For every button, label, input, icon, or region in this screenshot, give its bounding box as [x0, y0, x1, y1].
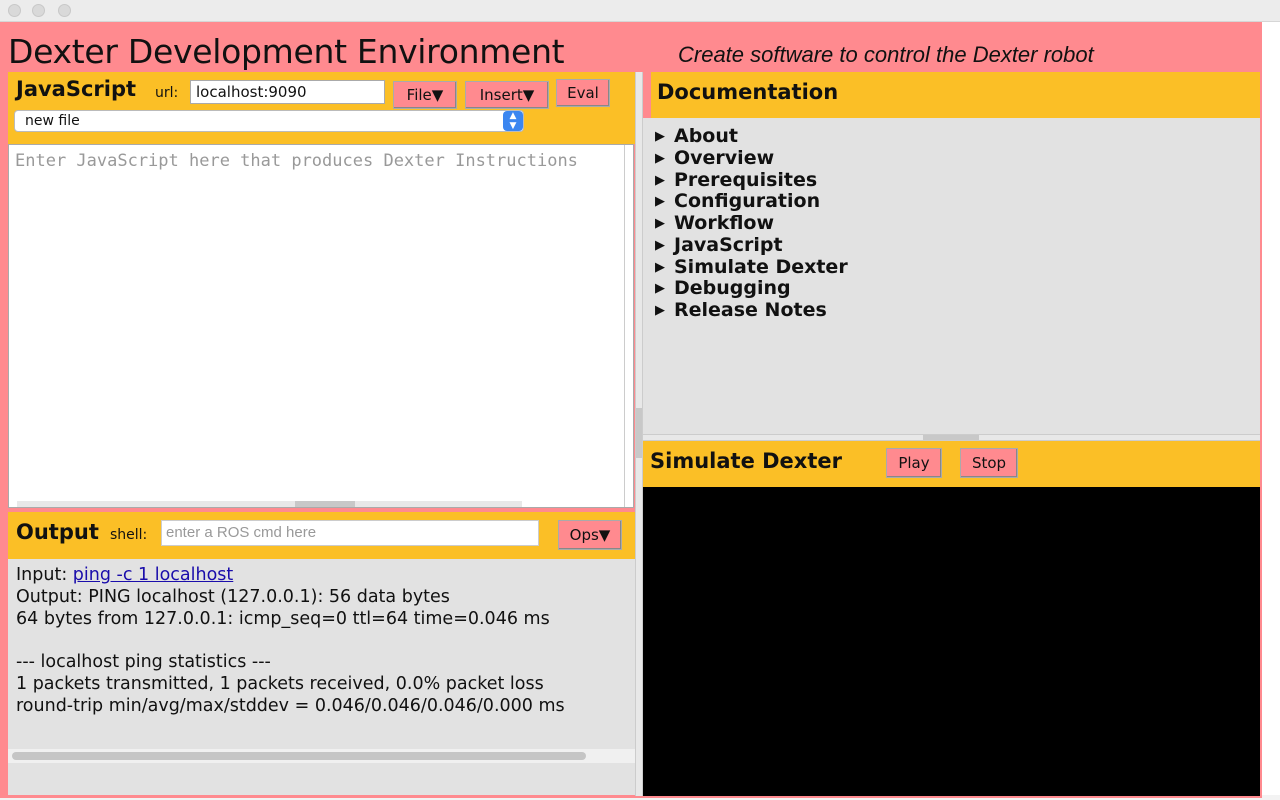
doc-item-debugging[interactable]: ▶ Debugging — [655, 277, 791, 299]
triangle-right-icon: ▶ — [655, 260, 665, 275]
doc-item-label: Overview — [674, 147, 775, 169]
doc-item-workflow[interactable]: ▶ Workflow — [655, 212, 774, 234]
output-line: --- localhost ping statistics --- — [16, 652, 271, 672]
ops-menu-button[interactable]: Ops▼ — [558, 520, 622, 550]
doc-item-label: Prerequisites — [674, 169, 818, 191]
output-line: round-trip min/avg/max/stddev = 0.046/0.… — [16, 696, 565, 716]
input-label: Input: — [16, 565, 68, 585]
vertical-pane-splitter[interactable] — [635, 72, 643, 796]
triangle-right-icon: ▶ — [655, 281, 665, 296]
doc-item-label: About — [674, 125, 738, 147]
editor-placeholder: Enter JavaScript here that produces Dext… — [15, 151, 578, 171]
editor-scroll-thumb[interactable] — [295, 501, 355, 507]
documentation-panel-header: Documentation — [651, 72, 1260, 118]
triangle-right-icon: ▶ — [655, 238, 665, 253]
editor-horizontal-scrollbar[interactable] — [17, 501, 522, 507]
triangle-right-icon: ▶ — [655, 216, 665, 231]
file-menu-button[interactable]: File▼ — [393, 81, 457, 109]
insert-menu-button[interactable]: Insert▼ — [465, 81, 549, 109]
stop-button[interactable]: Stop — [960, 448, 1018, 478]
javascript-panel-header: JavaScript url: localhost:9090 File▼ Ins… — [8, 72, 635, 144]
file-select-value: new file — [25, 113, 80, 129]
output-pane: Input: ping -c 1 localhost Output: PING … — [8, 559, 635, 795]
triangle-right-icon: ▶ — [655, 173, 665, 188]
output-input-line: Input: ping -c 1 localhost — [16, 565, 233, 585]
minimize-window-icon[interactable] — [32, 4, 45, 17]
splitter-grip[interactable] — [636, 408, 642, 458]
doc-item-prerequisites[interactable]: ▶ Prerequisites — [655, 169, 817, 191]
simulate-panel-header: Simulate Dexter Play Stop — [643, 441, 1260, 487]
doc-item-overview[interactable]: ▶ Overview — [655, 147, 774, 169]
documentation-panel-title: Documentation — [657, 80, 839, 104]
output-line: 64 bytes from 127.0.0.1: icmp_seq=0 ttl=… — [16, 609, 550, 629]
output-scroll-thumb[interactable] — [12, 752, 586, 760]
file-select[interactable]: new file ▲ ▼ — [14, 110, 524, 132]
background-window-edge — [1262, 22, 1280, 800]
triangle-right-icon: ▶ — [655, 129, 665, 144]
close-window-icon[interactable] — [8, 4, 21, 17]
triangle-right-icon: ▶ — [655, 303, 665, 318]
output-line: Output: PING localhost (127.0.0.1): 56 d… — [16, 587, 450, 607]
input-command-link[interactable]: ping -c 1 localhost — [73, 565, 233, 585]
eval-button[interactable]: Eval — [556, 79, 610, 107]
doc-item-label: Workflow — [674, 212, 775, 234]
doc-item-simulate-dexter[interactable]: ▶ Simulate Dexter — [655, 256, 848, 278]
app-frame: Dexter Development Environment Create so… — [0, 22, 1262, 798]
url-label: url: — [155, 85, 179, 101]
doc-item-configuration[interactable]: ▶ Configuration — [655, 190, 820, 212]
shell-input[interactable]: enter a ROS cmd here — [161, 520, 539, 546]
doc-item-label: Release Notes — [674, 299, 827, 321]
select-arrows-icon: ▲ ▼ — [503, 111, 523, 131]
triangle-right-icon: ▶ — [655, 194, 665, 209]
window-titlebar — [0, 0, 1280, 22]
doc-item-label: Simulate Dexter — [674, 256, 848, 278]
doc-item-javascript[interactable]: ▶ JavaScript — [655, 234, 783, 256]
url-input[interactable]: localhost:9090 — [190, 80, 385, 104]
doc-item-release-notes[interactable]: ▶ Release Notes — [655, 299, 827, 321]
simulate-panel-title: Simulate Dexter — [650, 449, 842, 473]
play-button[interactable]: Play — [886, 448, 942, 478]
documentation-list: ▶ About ▶ Overview ▶ Prerequisites ▶ Configu… — [643, 118, 1260, 434]
splitter-grip[interactable] — [923, 435, 979, 440]
doc-item-label: JavaScript — [674, 234, 783, 256]
app-title: Dexter Development Environment — [8, 32, 565, 71]
editor-vertical-scrollbar[interactable] — [624, 145, 625, 507]
output-panel-header: Output shell: enter a ROS cmd here Ops▼ — [8, 512, 635, 559]
output-line: 1 packets transmitted, 1 packets receive… — [16, 674, 544, 694]
javascript-editor[interactable]: Enter JavaScript here that produces Dext… — [8, 144, 634, 508]
app-tagline: Create software to control the Dexter ro… — [678, 42, 1094, 67]
triangle-right-icon: ▶ — [655, 151, 665, 166]
doc-item-about[interactable]: ▶ About — [655, 125, 738, 147]
shell-label: shell: — [110, 527, 148, 543]
horizontal-pane-splitter[interactable] — [643, 434, 1260, 441]
output-panel-title: Output — [16, 520, 99, 544]
simulation-canvas[interactable] — [643, 487, 1260, 796]
doc-item-label: Configuration — [674, 190, 821, 212]
maximize-window-icon[interactable] — [58, 4, 71, 17]
javascript-panel-title: JavaScript — [16, 77, 137, 101]
output-horizontal-scrollbar[interactable] — [8, 749, 635, 763]
doc-item-label: Debugging — [674, 277, 791, 299]
